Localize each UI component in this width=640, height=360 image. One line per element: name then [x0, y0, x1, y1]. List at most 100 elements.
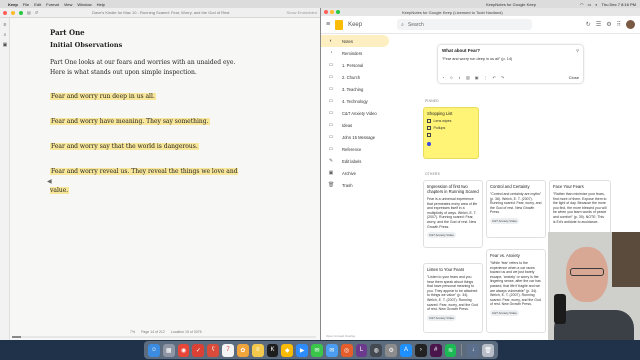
wifi-icon[interactable]: ◠ [580, 2, 584, 7]
checkbox-icon[interactable] [427, 119, 431, 123]
screenflow-icon[interactable]: ◎ [340, 343, 353, 357]
toc-icon[interactable]: ≡ [2, 22, 8, 28]
back-icon[interactable]: ↺ [35, 10, 38, 15]
refresh-icon[interactable]: ↻ [586, 21, 591, 28]
checklist-item[interactable]: Pullups [427, 126, 475, 130]
logos-icon[interactable]: L [355, 343, 368, 357]
highlight-2[interactable]: Fear and worry have meaning. They say so… [50, 108, 250, 127]
finder-icon[interactable]: ☺ [148, 343, 160, 357]
note-label-chip[interactable]: C&T Anxiety Video [427, 232, 456, 239]
list-view-icon[interactable]: ☰ [596, 21, 601, 28]
redo-icon[interactable]: ↷ [501, 75, 504, 80]
checkbox-icon[interactable] [427, 126, 431, 130]
zoom-window-icon[interactable] [336, 10, 340, 14]
sidebar-item[interactable]: ▭ 4. Technology [321, 95, 411, 107]
search-icon[interactable]: ⌕ [2, 32, 8, 38]
minimize-window-icon[interactable] [11, 10, 15, 15]
note-card[interactable]: Control and Certainty "Control and certa… [486, 180, 546, 238]
note-label-chip[interactable]: C&T Anxiety Video [490, 217, 519, 224]
slack-icon[interactable]: # [429, 343, 442, 357]
note-label-chip[interactable]: C&T Anxiety Video [490, 309, 519, 316]
palette-icon[interactable]: ◐ [459, 75, 461, 80]
sidebar-item[interactable]: ✎ Edit labels [321, 155, 411, 167]
menu-format[interactable]: Format [46, 2, 59, 7]
bear-icon[interactable]: ʕ [207, 343, 220, 357]
previous-page-icon[interactable]: ◀ [47, 178, 52, 185]
minimize-window-icon[interactable] [330, 10, 334, 14]
sidebar-item[interactable]: ▭ 1. Personal [321, 59, 411, 71]
launchpad-icon[interactable]: ▦ [162, 343, 175, 357]
note-card[interactable]: Listen to Your Fears "Listen to your fea… [423, 263, 483, 333]
camera-icon[interactable]: ◍ [370, 343, 383, 357]
note-card[interactable]: Impression of first two chapters in Runn… [423, 180, 483, 248]
highlight-1[interactable]: Fear and worry run deep in us all. [50, 83, 250, 102]
app-store-icon[interactable]: A [400, 343, 412, 357]
close-button[interactable]: Close [569, 75, 579, 80]
settings-icon[interactable]: ⚙ [606, 21, 611, 28]
menu-file[interactable]: File [23, 2, 29, 7]
show-embedded-toggle[interactable]: Show Embedded [287, 10, 317, 15]
todoist-icon[interactable]: ✓ [192, 343, 205, 357]
account-avatar[interactable] [626, 20, 635, 29]
remind-icon[interactable]: ◔ [442, 75, 444, 80]
apps-grid-icon[interactable]: ⠿ [617, 21, 621, 28]
note-editor[interactable]: What about Fear? "Fear and worry run dee… [438, 45, 583, 83]
checklist-item[interactable]: Lens wipes [427, 119, 475, 123]
sidebar-item[interactable]: ▣ Archive [321, 167, 411, 179]
keep-footer-link[interactable]: Open Unread Overlay [326, 334, 355, 338]
close-window-icon[interactable] [324, 10, 328, 14]
menu-window[interactable]: Window [77, 2, 91, 7]
sidebar-item[interactable]: ▭ 2. Church [321, 71, 411, 83]
sidebar-item[interactable]: ▭ Ideas [321, 119, 411, 131]
photos-icon[interactable]: ✿ [236, 343, 249, 357]
note-editor-title[interactable]: What about Fear? [442, 48, 579, 53]
note-card[interactable]: Fear vs. Anxiety "While 'fear' refers to… [486, 249, 546, 333]
image-icon[interactable]: ▨ [466, 75, 470, 80]
search-icon[interactable]: ⌕ [595, 2, 597, 7]
trash-icon[interactable]: 🗑 [482, 343, 494, 357]
kindle-icon[interactable]: K [266, 343, 279, 357]
menu-icon[interactable]: ≡ [326, 21, 330, 28]
note-editor-body[interactable]: "Fear and worry run deep in us all" (p. … [442, 57, 579, 61]
mail-icon[interactable]: ✉ [325, 343, 338, 357]
menu-app-name[interactable]: Keep [8, 2, 18, 7]
notes-icon[interactable]: ≡ [251, 343, 264, 357]
terminal-icon[interactable]: › [414, 343, 427, 357]
menu-help[interactable]: Help [97, 2, 105, 7]
highlight-4[interactable]: Fear and worry reveal us. They reveal th… [50, 158, 250, 196]
search-input[interactable]: ⌕ Search [397, 19, 533, 30]
undo-icon[interactable]: ↶ [493, 75, 496, 80]
collaborator-icon[interactable]: ☺ [449, 75, 453, 80]
checkbox-icon[interactable] [427, 133, 431, 137]
calendar-icon[interactable]: 7 [222, 343, 234, 357]
note-label-chip[interactable]: C&T Anxiety Video [427, 314, 456, 321]
sidebar-item[interactable]: ▭ John 15 Message [321, 131, 411, 143]
sidebar-item[interactable]: 🗑 Trash [321, 179, 411, 191]
shopping-list-note[interactable]: Shopping List Lens wipes Pullups [423, 107, 479, 159]
zoom-icon[interactable]: ▶ [296, 343, 309, 357]
notebook-icon[interactable]: ▣ [2, 42, 8, 48]
sidebar-item[interactable]: ▭ C&T Anxiety Video [321, 107, 411, 119]
pin-icon[interactable]: ⚲ [576, 48, 579, 53]
keep-icon[interactable]: ◆ [281, 343, 294, 357]
chrome-icon[interactable]: ◉ [177, 343, 190, 357]
battery-icon[interactable]: ▭ [588, 2, 592, 7]
reading-progress-bar[interactable] [12, 336, 316, 338]
spotify-icon[interactable]: ≋ [444, 343, 457, 357]
sidebar-item[interactable]: ◔ Reminders [321, 47, 411, 59]
menubar-clock[interactable]: Thu Dec 7 8:16 PM [602, 2, 636, 7]
menu-edit[interactable]: Edit [34, 2, 41, 7]
close-window-icon[interactable] [3, 10, 7, 15]
archive-icon[interactable]: ▣ [475, 75, 479, 80]
more-icon[interactable]: ⋮ [484, 75, 488, 80]
sidebar-item[interactable]: ▭ 3. Teaching [321, 83, 411, 95]
downloads-icon[interactable]: ↓ [467, 343, 480, 357]
menu-view[interactable]: View [64, 2, 73, 7]
checklist-item[interactable] [427, 133, 475, 137]
add-item-icon[interactable] [427, 141, 431, 146]
settings-icon[interactable]: ⚙ [385, 343, 398, 357]
library-icon[interactable]: ▤ [27, 10, 31, 15]
sidebar-item[interactable]: ▭ Reference [321, 143, 411, 155]
highlight-3[interactable]: Fear and worry say that the world is dan… [50, 133, 250, 152]
zoom-window-icon[interactable] [19, 10, 23, 15]
